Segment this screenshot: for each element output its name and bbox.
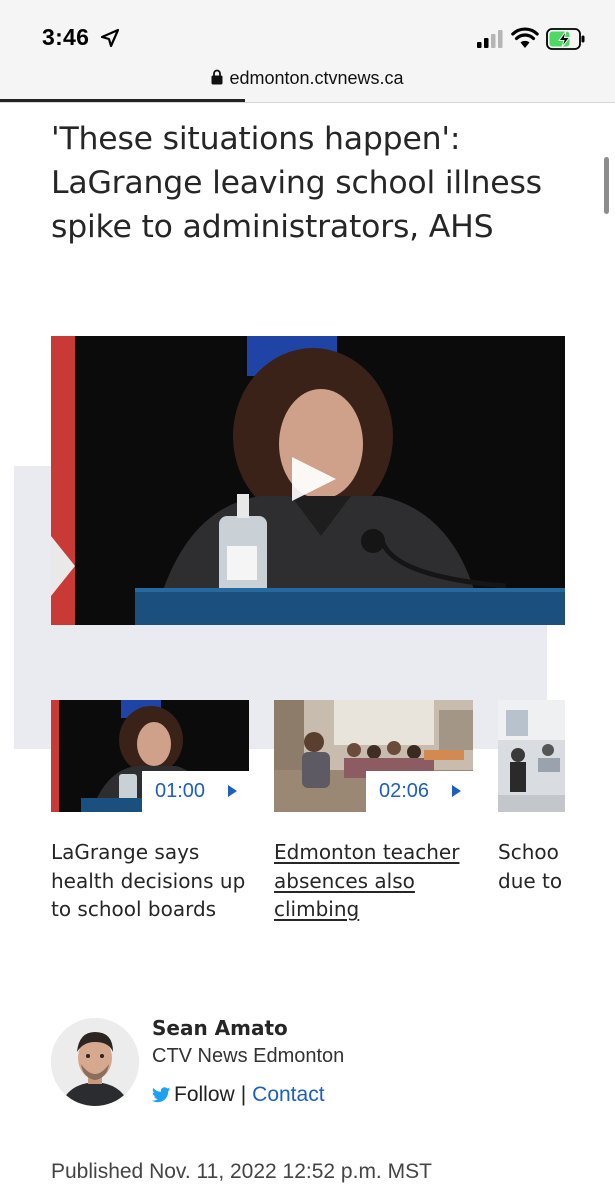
- title-line: Schoo: [498, 840, 559, 864]
- video-duration-badge: 01:00: [142, 771, 249, 812]
- url-text: edmonton.ctvnews.ca: [229, 68, 404, 88]
- link-separator: |: [240, 1083, 247, 1106]
- wifi-icon: [511, 27, 539, 48]
- cellular-signal-icon: [477, 30, 503, 48]
- scrollbar[interactable]: [604, 157, 609, 214]
- duration-text: 01:00: [155, 780, 206, 802]
- related-video-thumbnail-3[interactable]: [498, 700, 565, 812]
- author-organization: CTV News Edmonton: [152, 1045, 345, 1067]
- article-headline: 'These situations happen': LaGrange leav…: [51, 121, 542, 245]
- video-duration-badge: 02:06: [366, 771, 473, 812]
- related-video-title-3[interactable]: Schoo due to: [498, 838, 565, 895]
- follow-link[interactable]: Follow: [174, 1083, 235, 1107]
- thumbnail-image: [498, 700, 565, 812]
- twitter-icon[interactable]: [152, 1087, 171, 1103]
- related-video-title-2[interactable]: Edmonton teacher absences also climbing: [274, 838, 474, 924]
- play-icon[interactable]: [290, 455, 338, 503]
- status-time: 3:46: [42, 24, 90, 50]
- duration-text: 02:06: [379, 780, 430, 802]
- contact-link[interactable]: Contact: [252, 1083, 324, 1107]
- status-bar: 3:46: [0, 0, 615, 64]
- lock-icon: [211, 69, 223, 85]
- url-bar-divider: [0, 102, 615, 103]
- author-avatar[interactable]: [51, 1018, 139, 1106]
- url-display[interactable]: edmonton.ctvnews.ca: [0, 68, 615, 89]
- author-name[interactable]: Sean Amato: [152, 1016, 288, 1040]
- location-arrow-icon: [100, 28, 120, 48]
- play-small-icon: [228, 785, 237, 797]
- battery-charging-icon: [546, 28, 585, 50]
- avatar-image: [51, 1018, 139, 1106]
- related-video-title-1[interactable]: LaGrange says health decisions up to sch…: [51, 838, 251, 924]
- play-small-icon: [452, 785, 461, 797]
- url-bar[interactable]: edmonton.ctvnews.ca: [0, 64, 615, 102]
- title-line: due to: [498, 868, 563, 893]
- published-date: Published Nov. 11, 2022 12:52 p.m. MST: [51, 1160, 432, 1183]
- author-actions: Follow | Contact: [152, 1083, 325, 1107]
